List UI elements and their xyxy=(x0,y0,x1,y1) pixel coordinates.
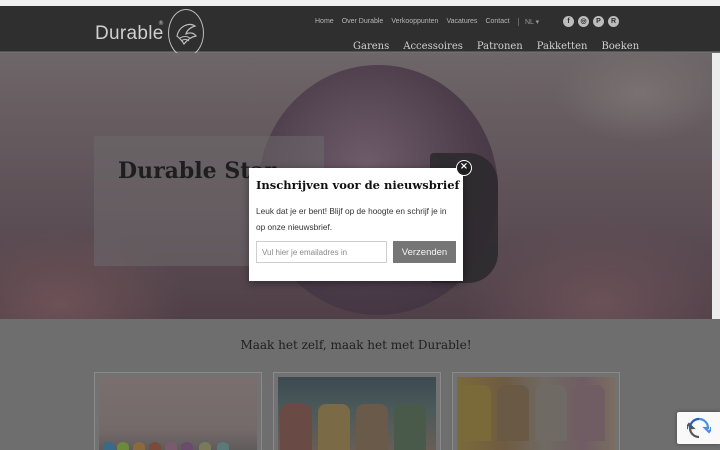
top-link-verkooppunten[interactable]: Verkooppunten xyxy=(391,18,438,25)
top-link-home[interactable]: Home xyxy=(315,18,334,25)
recaptcha-icon xyxy=(687,417,711,439)
category-card[interactable] xyxy=(94,372,262,450)
yarn-ball-shape xyxy=(165,442,177,450)
nav-item-pakketten[interactable]: Pakketten xyxy=(537,41,588,52)
nav-item-patronen[interactable]: Patronen xyxy=(477,41,523,52)
yarn-roll-shape xyxy=(394,404,426,450)
language-selector[interactable]: NL ▾ xyxy=(518,18,539,26)
top-link-over-durable[interactable]: Over Durable xyxy=(342,18,384,25)
newsletter-modal: Inschrijven voor de nieuwsbrief Leuk dat… xyxy=(249,168,463,281)
category-card[interactable] xyxy=(273,372,441,450)
yarn-roll-shape xyxy=(459,385,491,441)
pinterest-icon[interactable]: P xyxy=(593,16,604,27)
main-nav: Garens Accessoires Patronen Pakketten Bo… xyxy=(353,41,653,52)
nav-item-accessoires[interactable]: Accessoires xyxy=(403,41,463,52)
yarn-ball-shape xyxy=(149,442,161,450)
top-link-vacatures[interactable]: Vacatures xyxy=(446,18,477,25)
tagline: Maak het zelf, maak het met Durable! xyxy=(240,338,472,352)
yarn-ball-shape xyxy=(103,442,115,450)
page-scrollbar[interactable] xyxy=(712,53,720,319)
ravelry-icon[interactable]: R xyxy=(608,16,619,27)
category-card[interactable] xyxy=(452,372,620,450)
category-card-image xyxy=(99,377,257,450)
logo-registered-mark: ® xyxy=(158,20,164,27)
yarn-ball-shape xyxy=(199,442,211,450)
yarn-roll-shape xyxy=(573,385,605,441)
site-header: Durable ® Home Over Durable Verkooppunte… xyxy=(0,6,720,57)
nav-item-boeken[interactable]: Boeken xyxy=(601,41,639,52)
category-card-image xyxy=(457,377,615,450)
modal-title: Inschrijven voor de nieuwsbrief xyxy=(256,178,460,192)
recaptcha-badge[interactable] xyxy=(677,412,720,444)
instagram-icon[interactable]: ◎ xyxy=(578,16,589,27)
close-icon[interactable]: × xyxy=(456,160,472,176)
submit-button[interactable]: Verzenden xyxy=(393,241,456,263)
social-links: f ◎ P R xyxy=(563,16,619,27)
yarn-roll-shape xyxy=(318,404,350,450)
email-field[interactable] xyxy=(256,241,387,263)
yarn-roll-shape xyxy=(356,404,388,450)
logo-wordmark[interactable]: Durable xyxy=(95,23,164,45)
modal-text: Leuk dat je er bent! Blijf op de hoogte … xyxy=(256,206,447,232)
top-utility-nav: Home Over Durable Verkooppunten Vacature… xyxy=(315,18,518,25)
yarn-roll-shape xyxy=(280,404,312,450)
yarn-ball-shape xyxy=(217,442,229,450)
nav-item-garens[interactable]: Garens xyxy=(353,41,389,52)
yarn-ball-shape xyxy=(133,442,145,450)
yarn-roll-shape xyxy=(535,385,567,441)
logo-bird-emblem-icon[interactable] xyxy=(168,9,204,57)
category-card-image xyxy=(278,377,436,450)
yarn-ball-shape xyxy=(117,442,129,450)
yarn-ball-shape xyxy=(181,442,193,450)
top-link-contact[interactable]: Contact xyxy=(485,18,509,25)
content-section: Maak het zelf, maak het met Durable! xyxy=(0,319,720,450)
facebook-icon[interactable]: f xyxy=(563,16,574,27)
yarn-roll-shape xyxy=(497,385,529,441)
